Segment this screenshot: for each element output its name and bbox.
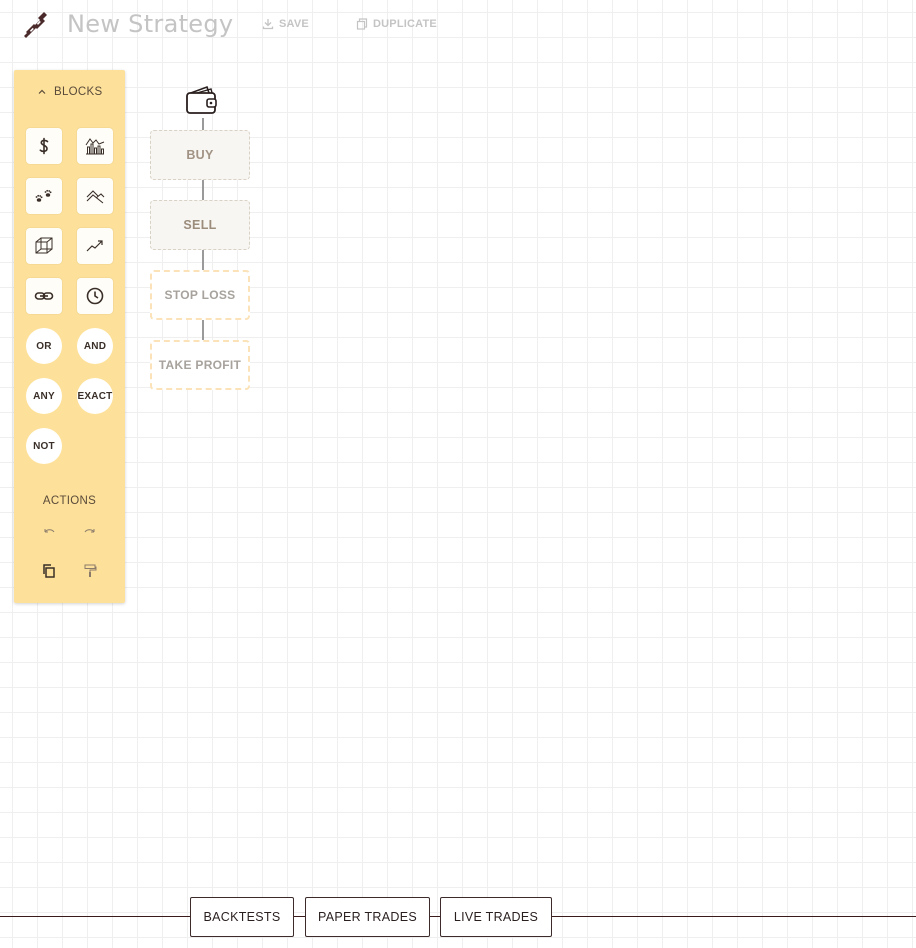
download-icon (262, 19, 274, 30)
format-button[interactable] (81, 562, 99, 580)
pattern-block[interactable] (26, 178, 62, 214)
save-label: SAVE (279, 18, 309, 30)
wallet-icon[interactable] (185, 84, 219, 116)
trend-block[interactable] (77, 228, 113, 264)
copy-button[interactable] (40, 562, 58, 580)
take-profit-node[interactable]: TAKE PROFIT (150, 340, 250, 390)
connector-line (202, 250, 204, 271)
stop-loss-node[interactable]: STOP LOSS (150, 270, 250, 320)
tab-paper-trades[interactable]: PAPER TRADES (305, 897, 430, 937)
tab-live-trades[interactable]: LIVE TRADES (440, 897, 552, 937)
any-block[interactable]: ANY (26, 378, 62, 414)
not-block[interactable]: NOT (26, 428, 62, 464)
indicator-chart-block[interactable] (77, 128, 113, 164)
redo-button[interactable] (81, 523, 99, 541)
blocks-header[interactable]: BLOCKS (14, 86, 125, 98)
connector-line (202, 320, 204, 341)
blocks-heading: BLOCKS (54, 86, 103, 98)
duplicate-icon (356, 18, 368, 30)
time-block[interactable] (77, 278, 113, 314)
top-bar: New Strategy SAVE DUPLICATE (0, 0, 916, 50)
price-block[interactable] (26, 128, 62, 164)
and-block[interactable]: AND (77, 328, 113, 364)
undo-icon (44, 529, 55, 533)
duplicate-button[interactable]: DUPLICATE (356, 18, 437, 30)
or-block[interactable]: OR (26, 328, 62, 364)
sell-node[interactable]: SELL (150, 200, 250, 250)
buy-node[interactable]: BUY (150, 130, 250, 180)
paint-roller-icon (84, 564, 97, 577)
chart-bars-icon (85, 138, 105, 155)
clock-icon (86, 287, 104, 305)
dollar-icon (39, 137, 49, 155)
crossover-icon (86, 190, 105, 204)
duplicate-label: DUPLICATE (373, 18, 437, 30)
redo-icon (84, 529, 95, 533)
blocks-panel: BLOCKS OR AND ANY EXACT NOT ACTIONS (14, 70, 125, 603)
cube-block[interactable] (26, 228, 62, 264)
actions-heading: ACTIONS (42, 495, 97, 507)
strategy-title[interactable]: New Strategy (67, 10, 233, 38)
link-icon (34, 292, 54, 300)
exact-block[interactable]: EXACT (77, 378, 113, 414)
trending-up-icon (86, 240, 103, 252)
link-block[interactable] (26, 278, 62, 314)
chevron-up-icon (38, 89, 45, 94)
undo-button[interactable] (40, 523, 58, 541)
copy-icon (43, 564, 55, 578)
crossover-block[interactable] (77, 178, 113, 214)
cube-icon (35, 237, 53, 254)
chain-link-icon[interactable] (22, 10, 52, 40)
tab-backtests[interactable]: BACKTESTS (190, 897, 294, 937)
save-button[interactable]: SAVE (262, 18, 309, 30)
connector-line (202, 180, 204, 201)
paw-prints-icon (35, 189, 52, 202)
